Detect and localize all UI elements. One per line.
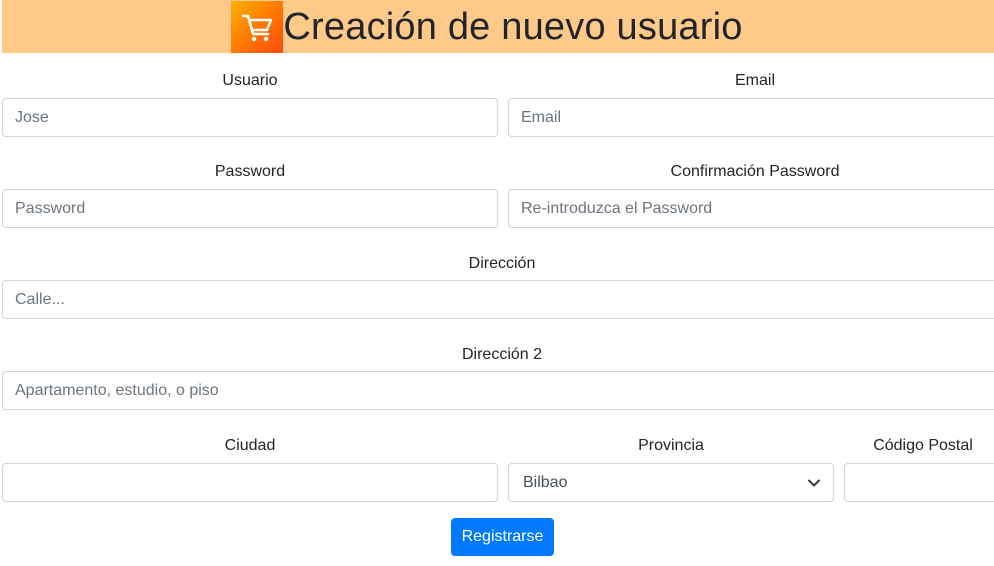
provincia-selected-value: Bilbao <box>523 473 568 491</box>
chevron-down-icon <box>807 476 821 490</box>
page-title: Creación de nuevo usuario <box>283 5 743 48</box>
usuario-label: Usuario <box>222 72 278 89</box>
password-confirm-label: Confirmación Password <box>670 163 840 180</box>
provincia-select[interactable]: Bilbao <box>508 463 834 502</box>
direccion2-input[interactable] <box>2 371 994 410</box>
shopping-cart-icon <box>231 0 284 53</box>
password-input[interactable] <box>2 189 498 228</box>
direccion-label: Dirección <box>468 255 536 272</box>
direccion2-label: Dirección 2 <box>461 346 543 363</box>
ciudad-input[interactable] <box>2 463 498 502</box>
codigo-postal-input[interactable] <box>844 463 994 502</box>
ciudad-label: Ciudad <box>224 437 276 454</box>
header-content: Creación de nuevo usuario <box>231 0 743 53</box>
registrarse-button[interactable]: Registrarse <box>451 518 554 556</box>
email-label: Email <box>734 72 775 89</box>
usuario-input[interactable] <box>2 98 498 137</box>
provincia-label: Provincia <box>638 437 704 454</box>
page-header: Creación de nuevo usuario <box>2 0 994 53</box>
password-confirm-input[interactable] <box>508 189 994 228</box>
codigo-postal-label: Código Postal <box>873 437 973 454</box>
password-label: Password <box>214 163 286 180</box>
email-input[interactable] <box>508 98 994 137</box>
direccion-input[interactable] <box>2 280 994 319</box>
